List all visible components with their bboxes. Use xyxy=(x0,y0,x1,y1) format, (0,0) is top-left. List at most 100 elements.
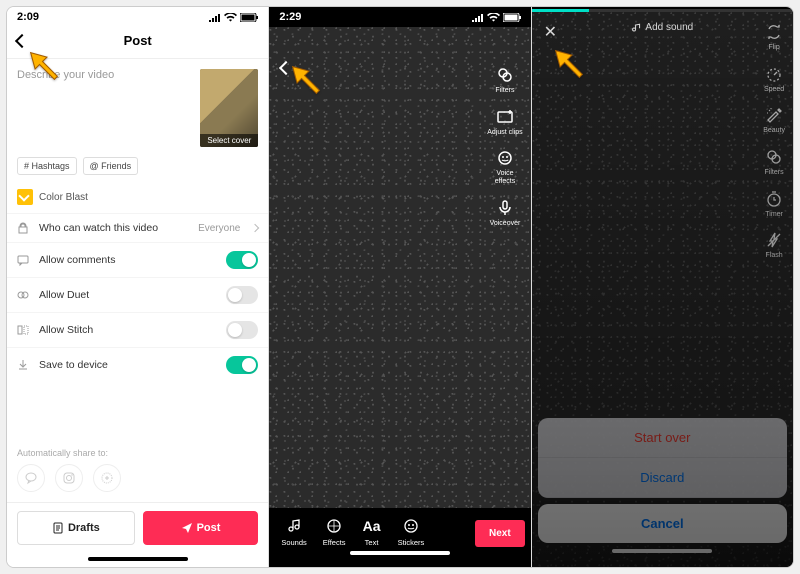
privacy-value: Everyone xyxy=(198,223,240,234)
speed-tool[interactable]: Speed xyxy=(764,64,784,94)
filters-label: Filters xyxy=(495,87,514,95)
select-cover-label: Select cover xyxy=(200,134,258,147)
flip-tool[interactable]: Flip xyxy=(764,22,784,52)
bottom-toolbar: Sounds Effects Aa Text Stickers Next xyxy=(269,508,530,567)
flash-tool[interactable]: Flash xyxy=(764,230,784,260)
text-label: Text xyxy=(365,538,379,547)
camera-preview[interactable]: ✕ Add sound Flip Speed Beauty xyxy=(532,12,793,567)
save-toggle[interactable] xyxy=(226,356,258,374)
friends-chip[interactable]: @ Friends xyxy=(83,157,139,175)
home-indicator xyxy=(88,557,188,561)
text-icon: Aa xyxy=(362,516,382,536)
mic-icon xyxy=(495,198,515,218)
filters-tool[interactable]: Filters xyxy=(764,147,784,177)
save-label: Save to device xyxy=(39,359,218,371)
cancel-button[interactable]: Cancel xyxy=(538,504,787,543)
status-icons xyxy=(209,13,258,22)
speed-label: Speed xyxy=(764,86,784,94)
duet-icon xyxy=(17,289,31,301)
timer-label: Timer xyxy=(765,211,783,219)
stickers-tool[interactable]: Stickers xyxy=(392,516,431,547)
clock: 2:29 xyxy=(279,11,301,23)
add-sound-button[interactable]: Add sound xyxy=(631,22,693,33)
voice-effects-tool[interactable]: Voice effects xyxy=(495,148,516,185)
privacy-row[interactable]: Who can watch this video Everyone xyxy=(7,213,268,242)
effects-tool[interactable]: Effects xyxy=(317,516,352,547)
drafts-button[interactable]: Drafts xyxy=(17,511,135,545)
beauty-tool[interactable]: Beauty xyxy=(763,105,785,135)
start-over-button[interactable]: Start over xyxy=(538,418,787,458)
post-label: Post xyxy=(197,522,221,534)
hashtags-chip[interactable]: # Hashtags xyxy=(17,157,77,175)
duet-toggle[interactable] xyxy=(226,286,258,304)
adjust-icon xyxy=(495,107,515,127)
sounds-label: Sounds xyxy=(281,538,306,547)
page-title: Post xyxy=(124,33,152,48)
music-icon xyxy=(631,23,641,33)
post-icon xyxy=(181,522,193,534)
share-message-icon[interactable] xyxy=(17,464,45,492)
comment-icon xyxy=(17,254,31,266)
share-instagram-icon[interactable] xyxy=(55,464,83,492)
comments-toggle[interactable] xyxy=(226,251,258,269)
effects-icon xyxy=(324,516,344,536)
post-button[interactable]: Post xyxy=(143,511,259,545)
adjust-clips-tool[interactable]: Adjust clips xyxy=(487,107,522,137)
text-tool[interactable]: Aa Text xyxy=(356,516,388,547)
chevron-left-icon xyxy=(15,33,29,47)
filters-label: Filters xyxy=(765,169,784,177)
filter-label: Color Blast xyxy=(39,192,88,203)
phone-post-screen: 2:09 Post Describe your video Select cov… xyxy=(7,7,269,567)
discard-button[interactable]: Discard xyxy=(538,458,787,498)
video-preview[interactable]: Filters Adjust clips Voice effects Voice… xyxy=(269,27,530,508)
tutorial-triptych: 2:09 Post Describe your video Select cov… xyxy=(6,6,794,568)
next-button[interactable]: Next xyxy=(475,520,525,547)
timer-icon xyxy=(764,189,784,209)
close-button[interactable]: ✕ xyxy=(544,22,557,42)
stitch-toggle[interactable] xyxy=(226,321,258,339)
phone-edit-screen: 2:29 Filters Adjust clips V xyxy=(269,7,531,567)
home-indicator xyxy=(612,549,712,553)
filters-icon xyxy=(764,147,784,167)
status-bar: 2:09 xyxy=(7,7,268,27)
comments-label: Allow comments xyxy=(39,254,218,266)
phone-camera-screen: ✕ Add sound Flip Speed Beauty xyxy=(532,7,793,567)
flash-label: Flash xyxy=(766,252,783,260)
status-icons xyxy=(472,13,521,22)
sounds-tool[interactable]: Sounds xyxy=(275,516,312,547)
voiceover-label: Voiceover xyxy=(490,220,521,228)
description-input[interactable]: Describe your video xyxy=(17,69,192,147)
home-indicator xyxy=(350,551,450,555)
voice-effects-label: Voice effects xyxy=(495,170,516,185)
share-more-icon[interactable] xyxy=(93,464,121,492)
side-toolbar: Filters Adjust clips Voice effects Voice… xyxy=(487,65,522,227)
chip-row: # Hashtags @ Friends xyxy=(7,157,268,185)
beauty-label: Beauty xyxy=(763,127,785,135)
voiceover-tool[interactable]: Voiceover xyxy=(490,198,521,228)
clock: 2:09 xyxy=(17,11,39,23)
stickers-icon xyxy=(401,516,421,536)
back-button[interactable] xyxy=(17,36,27,46)
cover-thumbnail[interactable]: Select cover xyxy=(200,69,258,147)
comments-row: Allow comments xyxy=(7,242,268,277)
stickers-label: Stickers xyxy=(398,538,425,547)
speed-icon xyxy=(764,64,784,84)
drafts-icon xyxy=(52,522,64,534)
filter-preset[interactable]: Color Blast xyxy=(17,189,258,205)
description-row: Describe your video Select cover xyxy=(7,59,268,157)
flip-label: Flip xyxy=(768,44,779,52)
music-icon xyxy=(284,516,304,536)
filter-icon xyxy=(17,189,33,205)
timer-tool[interactable]: Timer xyxy=(764,189,784,219)
filters-tool[interactable]: Filters xyxy=(495,65,515,95)
filters-icon xyxy=(495,65,515,85)
button-row: Drafts Post xyxy=(7,502,268,553)
flip-icon xyxy=(764,22,784,42)
back-button[interactable] xyxy=(281,63,291,73)
lock-icon xyxy=(17,222,31,234)
beauty-icon xyxy=(764,105,784,125)
stitch-label: Allow Stitch xyxy=(39,324,218,336)
stitch-row: Allow Stitch xyxy=(7,312,268,347)
duet-label: Allow Duet xyxy=(39,289,218,301)
save-row: Save to device xyxy=(7,347,268,382)
